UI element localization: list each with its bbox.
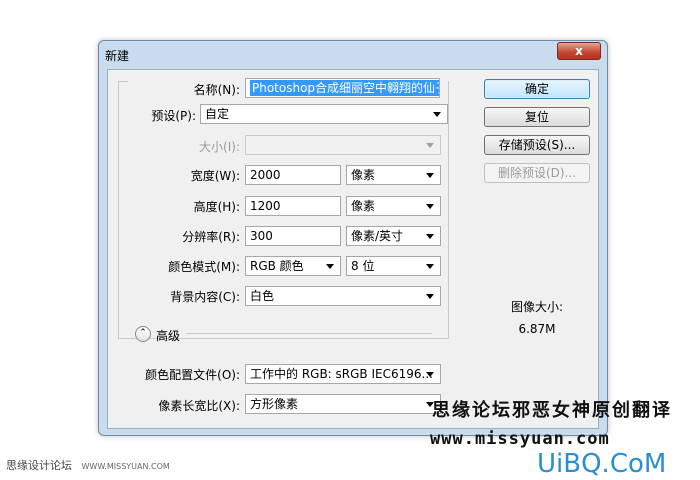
resolution-unit-value: 像素/英寸 xyxy=(351,229,404,243)
preset-label: 预设(P): xyxy=(151,109,196,123)
preset-select-value: 自定 xyxy=(205,107,230,121)
color-profile-label: 颜色配置文件(O): xyxy=(145,368,240,382)
advanced-label: 高级 xyxy=(156,329,181,343)
group-border-top xyxy=(118,81,128,82)
chevron-down-icon xyxy=(326,264,334,269)
color-profile-value: 工作中的 RGB: sRGB IEC6196... xyxy=(250,367,433,381)
dialog-titlebar[interactable]: 新建 x xyxy=(99,41,607,67)
pixel-aspect-label: 像素长宽比(X): xyxy=(158,399,240,413)
chevron-down-icon xyxy=(426,264,434,269)
close-button[interactable]: x xyxy=(557,42,601,60)
height-unit-value: 像素 xyxy=(351,199,376,213)
height-label: 高度(H): xyxy=(193,200,240,214)
save-preset-button[interactable]: 存储预设(S)... xyxy=(484,135,590,155)
advanced-divider xyxy=(186,333,432,334)
resolution-label: 分辨率(R): xyxy=(182,230,240,244)
chevron-down-icon xyxy=(426,294,434,299)
advanced-toggle-button[interactable]: ⌃ xyxy=(135,326,151,342)
name-label: 名称(N): xyxy=(193,83,240,97)
watermark-text-1: 思缘论坛邪恶女神原创翻译 xyxy=(432,400,672,421)
color-mode-label: 颜色模式(M): xyxy=(168,260,240,274)
color-mode-value: RGB 颜色 xyxy=(250,259,304,273)
resolution-input[interactable]: 300 xyxy=(245,226,341,246)
size-label: 大小(I): xyxy=(199,140,240,154)
chevron-up-icon: ⌃ xyxy=(139,328,147,338)
dialog-title: 新建 xyxy=(105,49,130,63)
background-contents-value: 白色 xyxy=(250,289,275,303)
group-border-right xyxy=(448,81,449,339)
width-unit-value: 像素 xyxy=(351,168,376,182)
ok-button[interactable]: 确定 xyxy=(484,79,590,99)
background-contents-select[interactable]: 白色 xyxy=(245,286,441,306)
width-label: 宽度(W): xyxy=(190,169,240,183)
width-unit-select[interactable]: 像素 xyxy=(346,165,441,185)
color-profile-select[interactable]: 工作中的 RGB: sRGB IEC6196... xyxy=(245,364,441,384)
delete-preset-button[interactable]: 删除预设(D)... xyxy=(484,163,590,183)
watermark-bottom-left-url: WWW.MISSYUAN.COM xyxy=(81,462,170,471)
resolution-unit-select[interactable]: 像素/英寸 xyxy=(346,226,441,246)
watermark-bottom-left: 思缘设计论坛 WWW.MISSYUAN.COM xyxy=(6,457,170,473)
reset-button[interactable]: 复位 xyxy=(484,107,590,127)
height-unit-select[interactable]: 像素 xyxy=(346,196,441,216)
name-input[interactable]: Photoshop合成细丽空中翱翔的仙子 xyxy=(245,78,440,98)
image-size-value: 6.87M xyxy=(518,322,556,336)
pixel-aspect-select[interactable]: 方形像素 xyxy=(245,394,441,414)
size-select[interactable] xyxy=(245,135,441,155)
chevron-down-icon xyxy=(426,204,434,209)
width-input[interactable]: 2000 xyxy=(245,165,341,185)
chevron-down-icon xyxy=(426,173,434,178)
chevron-down-icon xyxy=(426,372,434,377)
chevron-down-icon xyxy=(426,234,434,239)
preset-select[interactable]: 自定 xyxy=(200,104,448,124)
bit-depth-select[interactable]: 8 位 xyxy=(346,256,441,276)
height-input[interactable]: 1200 xyxy=(245,196,341,216)
stage: 新建 x 名称(N): Photoshop合成细丽空中翱翔的仙子 预设(P): … xyxy=(0,0,700,480)
watermark-text-2: www.missyuan.com xyxy=(430,429,610,449)
background-contents-label: 背景内容(C): xyxy=(170,290,240,304)
image-size-label: 图像大小: xyxy=(510,300,564,314)
watermark-text-3: UiBQ.CoM xyxy=(537,449,667,479)
watermark-bottom-left-text: 思缘设计论坛 xyxy=(6,459,72,472)
group-border-left xyxy=(118,81,119,339)
chevron-down-icon xyxy=(426,143,434,148)
bit-depth-value: 8 位 xyxy=(351,259,375,273)
color-mode-select[interactable]: RGB 颜色 xyxy=(245,256,341,276)
chevron-down-icon xyxy=(433,112,441,117)
name-input-value: Photoshop合成细丽空中翱翔的仙子 xyxy=(250,80,439,96)
pixel-aspect-value: 方形像素 xyxy=(250,397,299,411)
